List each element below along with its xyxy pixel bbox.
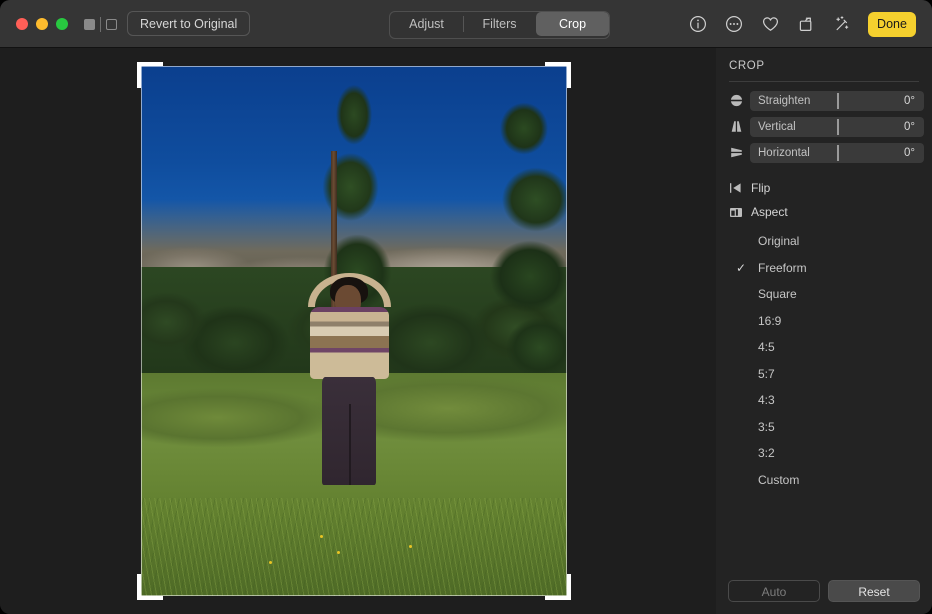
compare-toggle[interactable] (84, 15, 117, 33)
vertical-slider-knob[interactable] (837, 119, 839, 135)
photo-canvas (0, 48, 716, 614)
horizontal-perspective-icon (726, 144, 746, 162)
slider-straighten[interactable]: Straighten 0° (726, 90, 924, 111)
aspect-option-label: Square (758, 287, 797, 301)
vertical-perspective-icon (726, 118, 746, 136)
compare-divider (100, 17, 101, 32)
aspect-option-label: Freeform (758, 261, 807, 275)
aspect-option-label: 4:5 (758, 340, 775, 354)
aspect-option-label: 3:2 (758, 446, 775, 460)
title-bar: Revert to Original Adjust Filters Crop (0, 0, 932, 48)
aspect-option-freeform[interactable]: ✓ Freeform (716, 255, 932, 282)
auto-button[interactable]: Auto (728, 580, 820, 602)
minimize-button[interactable] (36, 18, 48, 30)
person-striped-sweater (310, 307, 389, 379)
more-options-icon[interactable] (724, 14, 744, 34)
vertical-slider-track[interactable]: Vertical 0° (750, 117, 924, 137)
done-button[interactable]: Done (868, 12, 916, 37)
horizontal-value: 0° (904, 147, 924, 159)
tab-adjust[interactable]: Adjust (390, 12, 463, 36)
straighten-slider-knob[interactable] (837, 93, 839, 109)
straighten-icon (726, 92, 746, 110)
close-button[interactable] (16, 18, 28, 30)
crop-photo-area[interactable] (141, 66, 567, 596)
traffic-light-buttons (16, 18, 68, 30)
aspect-option-3-2[interactable]: 3:2 (716, 440, 932, 467)
horizontal-slider-knob[interactable] (837, 145, 839, 161)
aspect-options-list: Original ✓ Freeform Square 16:9 4:5 5:7 (716, 228, 932, 493)
reset-button[interactable]: Reset (828, 580, 920, 602)
flip-icon (726, 180, 746, 196)
aspect-option-custom[interactable]: Custom (716, 467, 932, 494)
person-leg-gap (349, 404, 351, 485)
horizontal-slider-track[interactable]: Horizontal 0° (750, 143, 924, 163)
info-icon[interactable] (688, 14, 708, 34)
aspect-option-original[interactable]: Original (716, 228, 932, 255)
straighten-value: 0° (904, 95, 924, 107)
slider-horizontal[interactable]: Horizontal 0° (726, 142, 924, 163)
aspect-option-label: 16:9 (758, 314, 781, 328)
aspect-checkmark: ✓ (735, 261, 747, 275)
auto-enhance-wand-icon[interactable] (832, 14, 852, 34)
aspect-option-4-3[interactable]: 4:3 (716, 387, 932, 414)
slider-vertical[interactable]: Vertical 0° (726, 116, 924, 137)
flip-row[interactable]: Flip (726, 179, 770, 197)
wildflower (320, 535, 323, 538)
aspect-option-label: Custom (758, 473, 799, 487)
favorite-heart-icon[interactable] (760, 14, 780, 34)
vertical-value: 0° (904, 121, 924, 133)
flip-label: Flip (751, 181, 770, 195)
straighten-label: Straighten (750, 95, 904, 107)
person-subject (303, 273, 397, 485)
vertical-label: Vertical (750, 121, 904, 133)
tab-filters[interactable]: Filters (463, 12, 536, 36)
aspect-option-4-5[interactable]: 4:5 (716, 334, 932, 361)
aspect-icon (726, 204, 746, 220)
compare-edited-icon[interactable] (84, 19, 95, 30)
wildflower (337, 551, 340, 554)
rotate-icon[interactable] (796, 14, 816, 34)
grass-texture (141, 498, 567, 596)
aspect-option-label: 4:3 (758, 393, 775, 407)
panel-title: CROP (729, 60, 765, 72)
sidebar-footer-buttons: Auto Reset (728, 580, 920, 602)
aspect-option-label: 5:7 (758, 367, 775, 381)
compare-original-icon[interactable] (106, 19, 117, 30)
aspect-option-16-9[interactable]: 16:9 (716, 308, 932, 335)
straighten-slider-track[interactable]: Straighten 0° (750, 91, 924, 111)
aspect-option-3-5[interactable]: 3:5 (716, 414, 932, 441)
aspect-row[interactable]: Aspect (726, 203, 788, 221)
panel-divider (729, 81, 919, 82)
aspect-option-label: 3:5 (758, 420, 775, 434)
aspect-option-5-7[interactable]: 5:7 (716, 361, 932, 388)
tab-crop[interactable]: Crop (536, 12, 609, 36)
edit-mode-segmented-control[interactable]: Adjust Filters Crop (389, 11, 610, 39)
right-pine-tree (484, 93, 567, 390)
aspect-label: Aspect (751, 205, 788, 219)
crop-sidebar: CROP Straighten 0° (716, 48, 932, 614)
revert-to-original-button[interactable]: Revert to Original (127, 11, 250, 36)
horizontal-label: Horizontal (750, 147, 904, 159)
toolbar-actions: Done (688, 10, 916, 38)
aspect-option-label: Original (758, 234, 799, 248)
aspect-option-square[interactable]: Square (716, 281, 932, 308)
zoom-button[interactable] (56, 18, 68, 30)
photo-image (141, 66, 567, 596)
photos-edit-window: Revert to Original Adjust Filters Crop (0, 0, 932, 614)
crop-sliders: Straighten 0° Vertical 0° (726, 90, 924, 168)
